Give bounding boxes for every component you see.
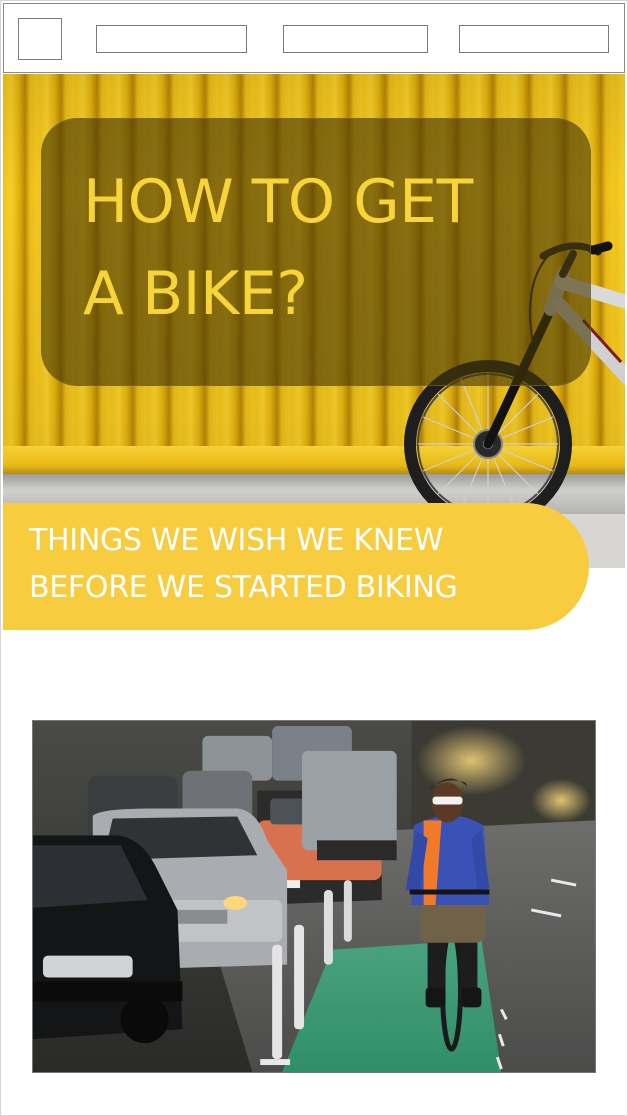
nav-link-2[interactable] bbox=[283, 25, 428, 53]
cyclist-photo bbox=[32, 720, 596, 1073]
nav-link-3[interactable] bbox=[459, 25, 609, 53]
banner-line-1: THINGS WE WISH WE KNEW bbox=[29, 523, 444, 558]
hero-title-line-1: HOW TO GET bbox=[83, 167, 473, 237]
navbar bbox=[3, 3, 625, 73]
hero-section: HOW TO GET A BIKE? bbox=[3, 74, 625, 568]
nav-link-1[interactable] bbox=[96, 25, 247, 53]
subtitle-banner: THINGS WE WISH WE KNEW BEFORE WE STARTED… bbox=[3, 503, 589, 630]
banner-line-2: BEFORE WE STARTED BIKING bbox=[29, 570, 458, 605]
hero-title-line-2: A BIKE? bbox=[83, 259, 308, 329]
hero-title: HOW TO GET A BIKE? bbox=[83, 156, 553, 340]
logo-placeholder-icon[interactable] bbox=[18, 18, 62, 60]
